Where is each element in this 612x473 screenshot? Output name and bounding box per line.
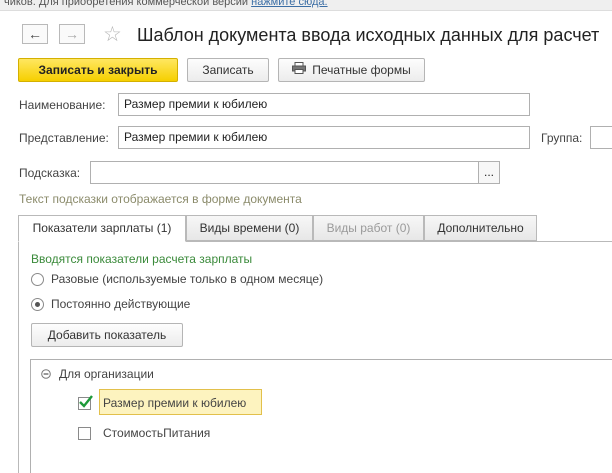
radio-one-time-label[interactable]: Разовые (используемые только в одном мес…: [51, 272, 323, 286]
group-label: Группа:: [541, 131, 583, 145]
printer-icon: [292, 59, 307, 81]
print-forms-button[interactable]: Печатные формы: [278, 58, 425, 82]
radio-permanent-label[interactable]: Постоянно действующие: [51, 297, 190, 311]
name-field[interactable]: Размер премии к юбилею: [118, 93, 530, 116]
tab-additional[interactable]: Дополнительно: [424, 215, 537, 241]
name-label: Наименование:: [19, 98, 106, 112]
favorite-star-icon[interactable]: ☆: [103, 22, 122, 47]
license-banner-text: чиков. Для приобретения коммерческой вер…: [4, 0, 252, 8]
add-indicator-button[interactable]: Добавить показатель: [31, 323, 183, 347]
check-icon: [79, 395, 93, 408]
tree-group-label: Для организации: [59, 367, 154, 381]
tooltip-label: Подсказка:: [19, 166, 81, 180]
tab-time-types[interactable]: Виды времени (0): [186, 215, 313, 241]
arrow-right-icon: →: [65, 26, 79, 42]
presentation-label: Представление:: [19, 131, 109, 145]
tree-item-label[interactable]: Размер премии к юбилею: [103, 396, 246, 410]
tree-item-label[interactable]: СтоимостьПитания: [103, 426, 210, 440]
arrow-left-icon: ←: [28, 26, 42, 42]
forward-button[interactable]: →: [59, 24, 85, 44]
radio-permanent[interactable]: [31, 298, 44, 311]
tab-salary-indicators[interactable]: Показатели зарплаты (1): [18, 215, 186, 242]
tab-work-types[interactable]: Виды работ (0): [313, 215, 424, 241]
license-banner: чиков. Для приобретения коммерческой вер…: [0, 0, 612, 11]
save-button[interactable]: Записать: [187, 58, 269, 82]
tree-item-checkbox[interactable]: [78, 427, 91, 440]
minus-circle-icon[interactable]: [41, 368, 51, 382]
back-button[interactable]: ←: [22, 24, 48, 44]
tooltip-select-button[interactable]: ...: [478, 161, 500, 184]
print-forms-label: Печатные формы: [312, 63, 411, 77]
tooltip-field[interactable]: [90, 161, 479, 184]
tooltip-hint: Текст подсказки отображается в форме док…: [19, 192, 302, 206]
window-title: Шаблон документа ввода исходных данных д…: [137, 25, 600, 45]
group-field[interactable]: [590, 126, 612, 149]
save-and-close-button[interactable]: Записать и закрыть: [18, 58, 178, 82]
buy-link[interactable]: нажмите сюда.: [251, 0, 327, 8]
indicators-heading: Вводятся показатели расчета зарплаты: [31, 252, 253, 266]
radio-one-time[interactable]: [31, 273, 44, 286]
tree-item-checkbox[interactable]: [78, 395, 93, 410]
presentation-field[interactable]: Размер премии к юбилею: [118, 126, 530, 149]
